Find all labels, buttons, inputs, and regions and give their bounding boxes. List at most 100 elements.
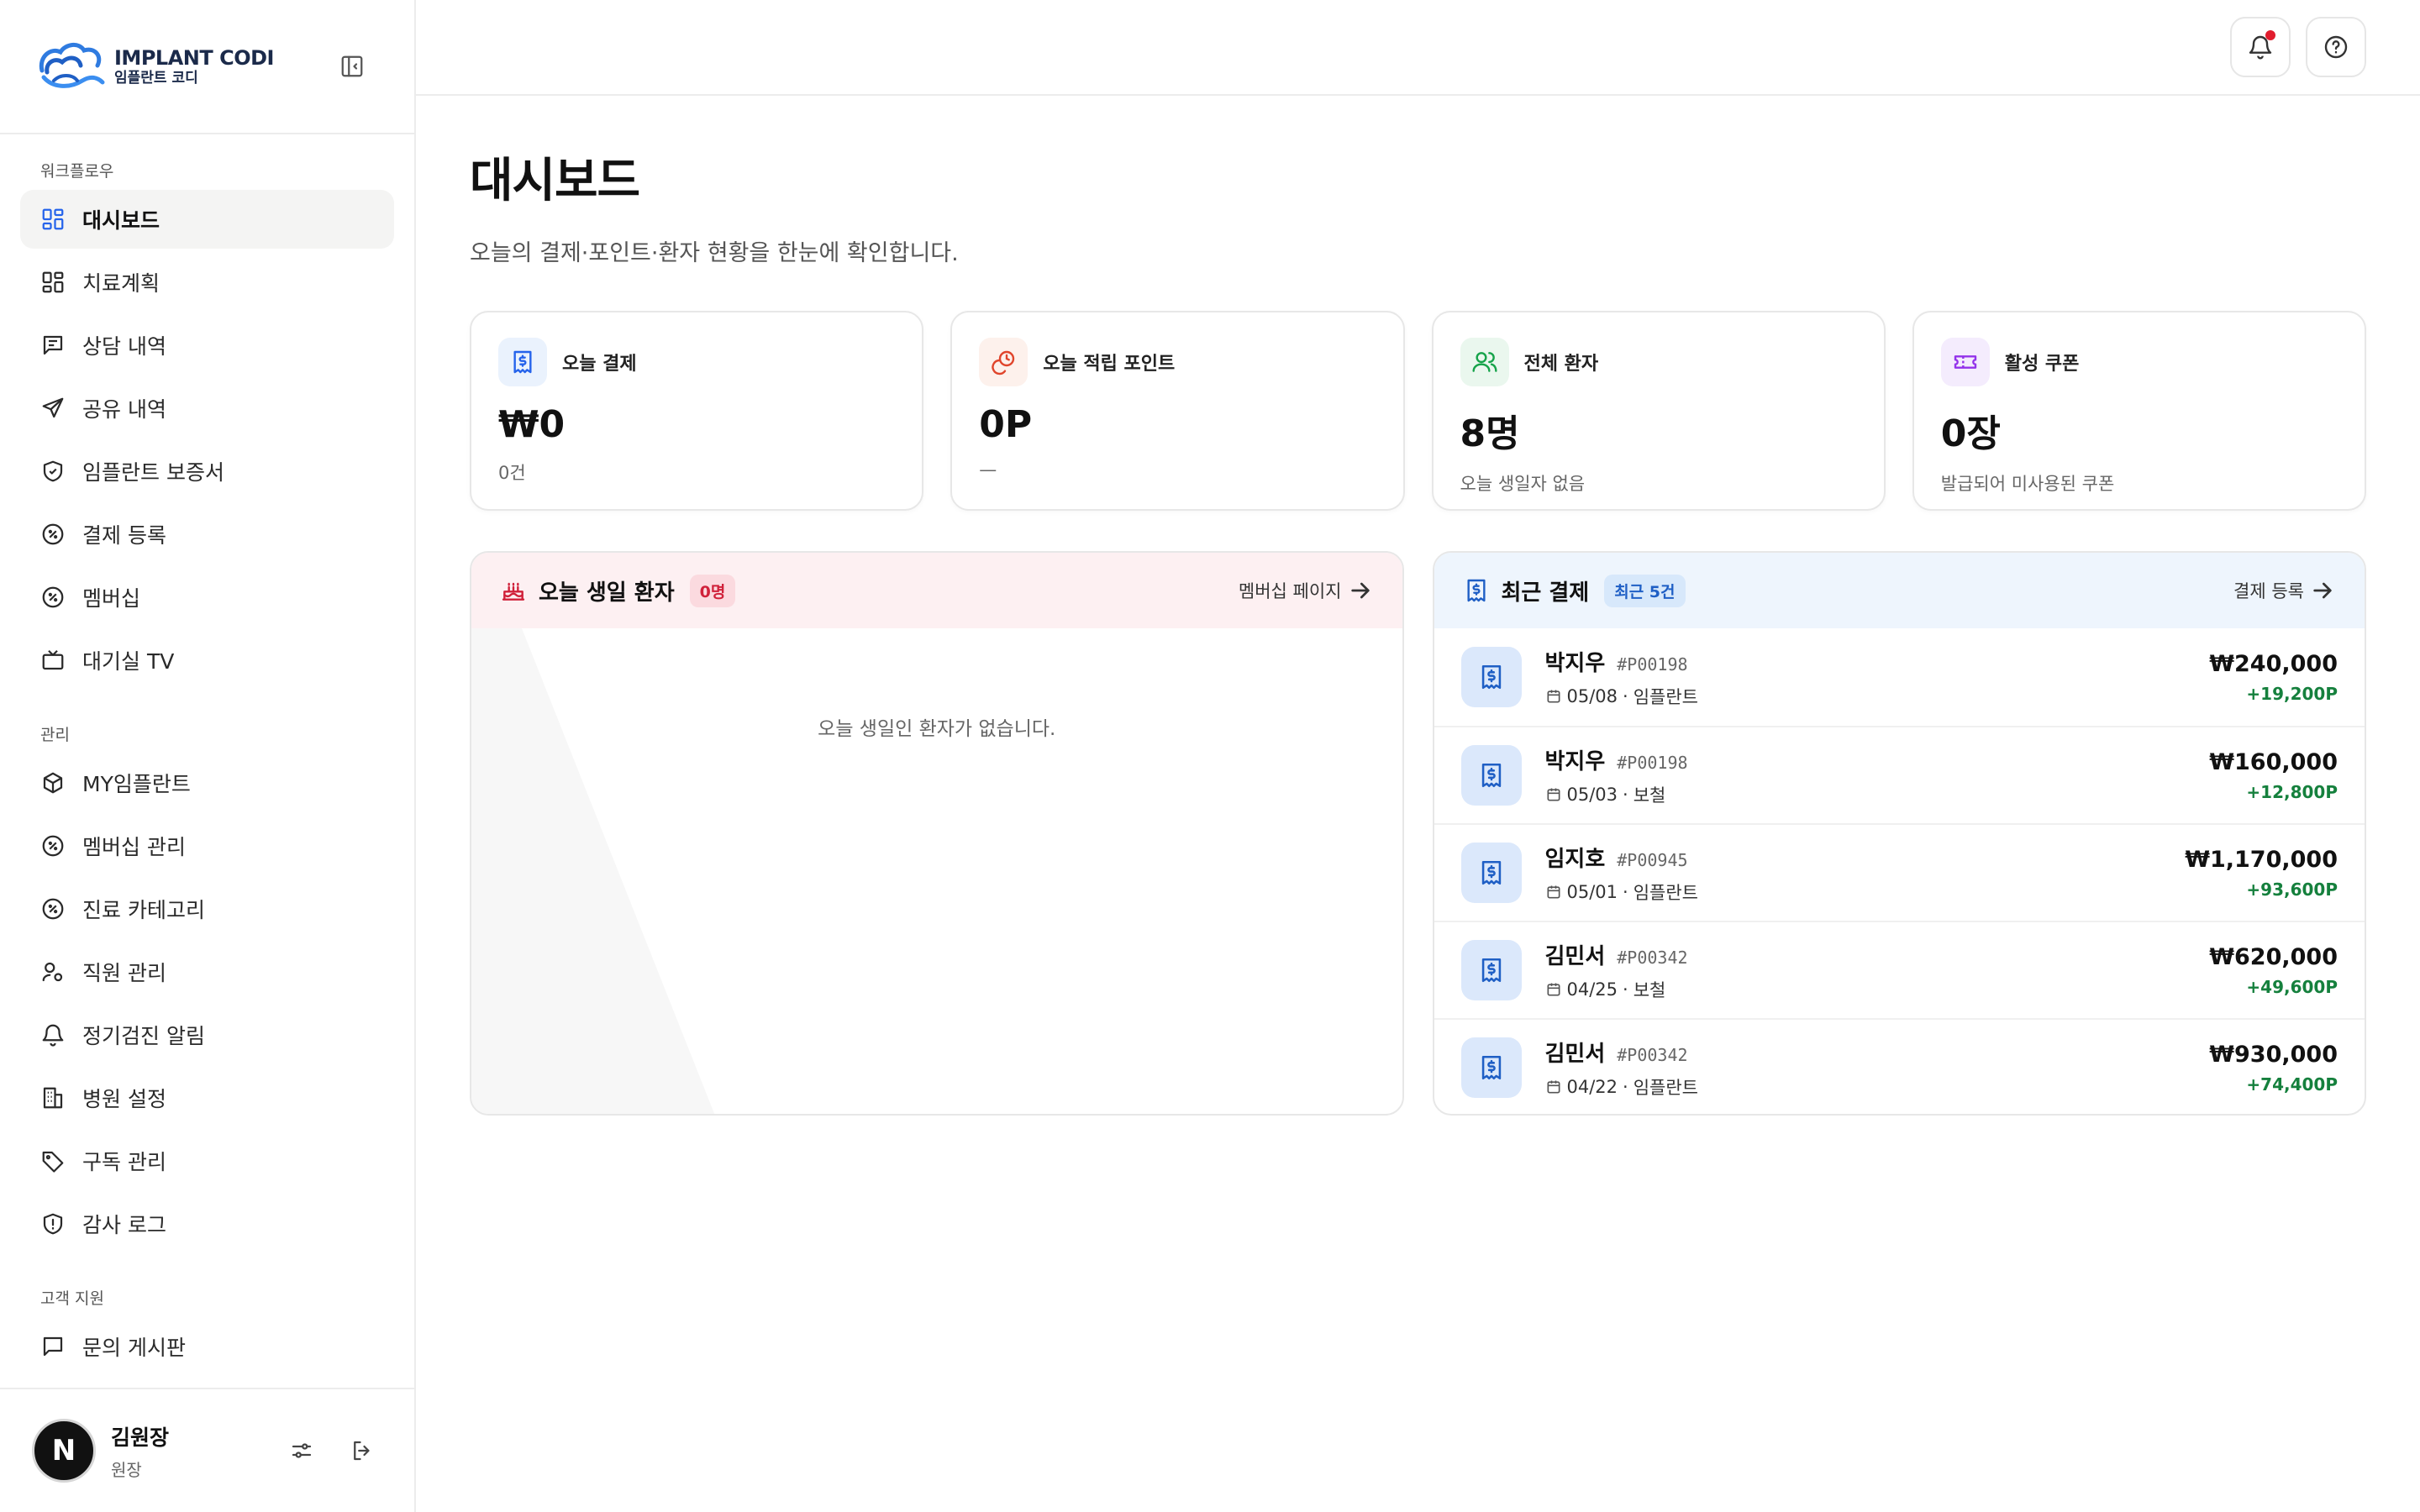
arrow-right-icon	[2313, 582, 2332, 599]
payment-icon-wrap	[1460, 745, 1522, 806]
stat-footnote: 0건	[498, 463, 526, 483]
payment-date: 05/01	[1566, 881, 1618, 902]
main-area: 대시보드 오늘의 결제·포인트·환자 현황을 한눈에 확인합니다. 오늘 결제 …	[416, 0, 2420, 1512]
decorative-shape	[471, 628, 715, 1114]
payment-amount: ₩620,000	[2209, 943, 2338, 970]
patient-name: 박지우	[1544, 650, 1606, 676]
implant-codi-logo-icon	[39, 43, 105, 88]
stat-value: 8명	[1460, 412, 1520, 455]
sidebar-item-checkup-alert[interactable]: 정기검진 알림	[20, 1005, 394, 1064]
notifications-button[interactable]	[2230, 17, 2291, 77]
sidebar-item-membership-admin[interactable]: 멤버십 관리	[20, 816, 394, 875]
user-settings-button[interactable]	[283, 1432, 320, 1469]
sidebar-item-payment-register[interactable]: 결제 등록	[20, 505, 394, 564]
payment-icon-wrap	[1460, 940, 1522, 1000]
sidebar-item-clinic-settings[interactable]: 병원 설정	[20, 1068, 394, 1127]
grid-icon	[42, 208, 64, 230]
sidebar-item-label: 치료계획	[82, 271, 160, 296]
sidebar-item-label: 정기검진 알림	[82, 1024, 205, 1048]
stat-card-total-patients[interactable]: 전체 환자 8명 오늘 생일자 없음	[1431, 311, 1886, 511]
stat-icon-wrap	[979, 338, 1028, 386]
help-circle-icon	[2324, 35, 2348, 59]
recent-payments-title: 최근 결제	[1501, 580, 1590, 606]
sidebar-item-label: MY임플란트	[82, 772, 191, 796]
payment-date: 05/08	[1566, 685, 1618, 706]
payment-row[interactable]: 임지호 #P00945 05/01 · 임플란트 ₩1,170,000 +93,…	[1434, 823, 2365, 921]
ticket-icon	[1954, 355, 1976, 369]
sidebar-item-treatment-category[interactable]: 진료 카테고리	[20, 879, 394, 938]
sidebar-item-treatment-plan[interactable]: 치료계획	[20, 253, 394, 312]
stat-value: 0장	[1940, 412, 2001, 455]
help-button[interactable]	[2306, 17, 2366, 77]
stat-card-today-points[interactable]: 오늘 적립 포인트 0P —	[950, 311, 1405, 511]
stat-card-active-coupons[interactable]: 활성 쿠폰 0장 발급되어 미사용된 쿠폰	[1912, 311, 2366, 511]
payment-row[interactable]: 김민서 #P00342 04/25 · 보철 ₩620,000 +49,600P	[1434, 921, 2365, 1018]
separator-dot: ·	[1623, 1076, 1628, 1097]
sidebar-item-warranty[interactable]: 임플란트 보증서	[20, 442, 394, 501]
brand-name-ko: 임플란트 코디	[114, 69, 198, 87]
sidebar-item-inquiry-board[interactable]: 문의 게시판	[20, 1317, 394, 1376]
logout-icon	[354, 1441, 370, 1461]
stat-value: ₩0	[498, 403, 566, 446]
patient-id: #P00342	[1617, 1044, 1688, 1065]
recent-payments-panel: 최근 결제 최근 5건 결제 등록 박지우 #P00198 05/08 · 임플…	[1432, 551, 2366, 1116]
sidebar-item-label: 감사 로그	[82, 1213, 166, 1237]
notification-dot	[2265, 30, 2275, 40]
birthday-panel: 오늘 생일 환자 0명 멤버십 페이지 오늘 생일인 환자가 없습니다.	[470, 551, 1404, 1116]
sidebar-item-staff[interactable]: 직원 관리	[20, 942, 394, 1001]
sidebar: IMPLANT CODI 임플란트 코디 워크플로우 대시보드 치료계획 상담 …	[0, 0, 416, 1512]
sidebar-item-label: 문의 게시판	[82, 1336, 186, 1360]
sidebar-item-subscription[interactable]: 구독 관리	[20, 1131, 394, 1190]
brand-logo[interactable]: IMPLANT CODI 임플란트 코디	[35, 39, 274, 94]
receipt-icon	[1481, 664, 1501, 690]
payment-type: 보철	[1633, 979, 1666, 1000]
tag-icon	[42, 1151, 64, 1173]
sidebar-item-dashboard[interactable]: 대시보드	[20, 190, 394, 249]
message-square-icon	[43, 335, 63, 355]
tv-icon	[42, 649, 64, 670]
stat-icon-wrap	[498, 338, 547, 386]
building-icon	[43, 1087, 63, 1109]
sidebar-item-label: 멤버십	[82, 586, 141, 611]
membership-page-link[interactable]: 멤버십 페이지	[1239, 577, 1374, 604]
sidebar-item-shares[interactable]: 공유 내역	[20, 379, 394, 438]
sidebar-item-label: 직원 관리	[82, 961, 166, 985]
sidebar-item-waiting-tv[interactable]: 대기실 TV	[20, 631, 394, 690]
patient-name: 김민서	[1544, 1041, 1606, 1067]
payment-date: 05/03	[1566, 784, 1618, 805]
payment-register-link[interactable]: 결제 등록	[2233, 577, 2336, 604]
payment-type: 임플란트	[1633, 686, 1698, 707]
sidebar-collapse-button[interactable]	[337, 51, 367, 81]
stat-icon-wrap	[1940, 338, 1990, 386]
payment-date: 04/25	[1566, 979, 1618, 1000]
sidebar-item-label: 임플란트 보증서	[82, 460, 224, 485]
stat-card-today-payment[interactable]: 오늘 결제 ₩0 0건	[470, 311, 924, 511]
payment-points: +12,800P	[2246, 781, 2338, 802]
avatar[interactable]: N	[32, 1419, 96, 1483]
payment-row[interactable]: 박지우 #P00198 05/03 · 보철 ₩160,000 +12,800P	[1434, 726, 2365, 823]
shield-check-icon	[43, 460, 63, 482]
grid-icon	[42, 271, 64, 293]
sidebar-item-audit-log[interactable]: 감사 로그	[20, 1194, 394, 1253]
birthday-empty-state: 오늘 생일인 환자가 없습니다.	[471, 628, 1402, 1114]
separator-dot: ·	[1623, 979, 1628, 1000]
page-title: 대시보드	[470, 154, 640, 208]
top-bar	[416, 0, 2420, 96]
sidebar-item-label: 상담 내역	[82, 334, 166, 359]
receipt-icon	[1481, 763, 1501, 788]
box-icon	[43, 772, 63, 794]
sliders-icon	[292, 1443, 312, 1458]
recent-payments-badge: 최근 5건	[1604, 574, 1686, 607]
receipt-icon	[1466, 579, 1486, 602]
birthday-panel-header: 오늘 생일 환자 0명 멤버십 페이지	[471, 553, 1402, 628]
sidebar-item-label: 구독 관리	[82, 1150, 166, 1174]
sidebar-item-my-implant[interactable]: MY임플란트	[20, 753, 394, 812]
payment-row[interactable]: 김민서 #P00342 04/22 · 임플란트 ₩930,000 +74,40…	[1434, 1018, 2365, 1114]
logout-button[interactable]	[344, 1432, 381, 1469]
sidebar-item-consultations[interactable]: 상담 내역	[20, 316, 394, 375]
stat-footnote: —	[979, 459, 997, 480]
cake-icon	[502, 582, 525, 601]
membership-page-link-label: 멤버십 페이지	[1238, 581, 1342, 601]
payment-row[interactable]: 박지우 #P00198 05/08 · 임플란트 ₩240,000 +19,20…	[1434, 628, 2365, 726]
sidebar-item-membership[interactable]: 멤버십	[20, 568, 394, 627]
